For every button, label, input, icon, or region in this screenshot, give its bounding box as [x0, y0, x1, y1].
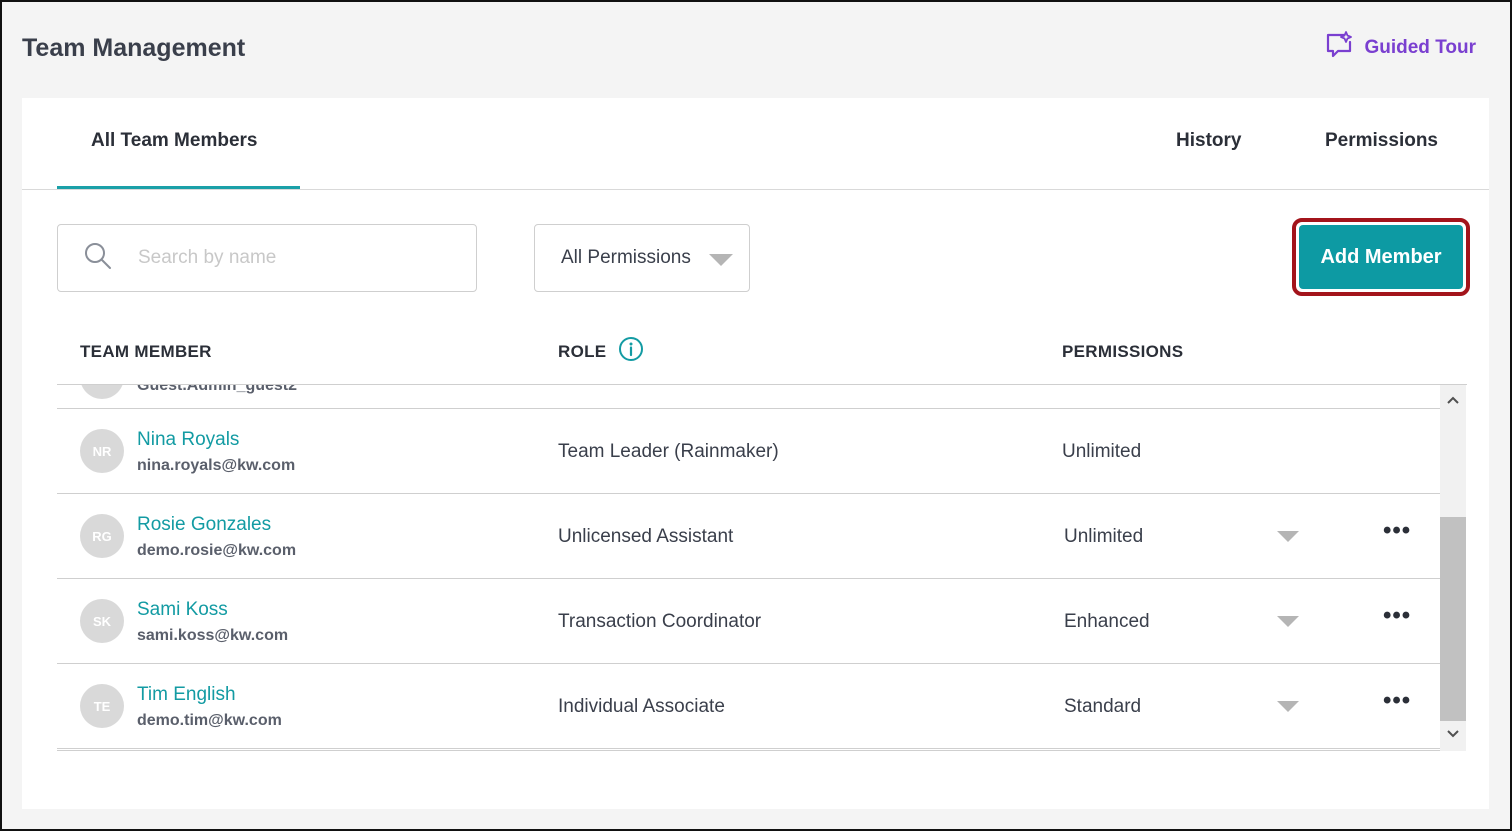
member-permission: Enhanced	[1064, 611, 1150, 632]
add-member-highlight: Add Member	[1292, 218, 1470, 296]
member-permission: Unlimited	[1064, 526, 1144, 547]
table-divider	[57, 750, 1440, 751]
permission-dropdown-toggle[interactable]	[1277, 701, 1299, 712]
more-actions-button[interactable]: •••	[1383, 519, 1411, 543]
search-input[interactable]	[138, 247, 438, 269]
scrollbar-thumb[interactable]	[1440, 517, 1466, 721]
permissions-filter-value: All Permissions	[561, 247, 691, 268]
permission-dropdown-toggle[interactable]	[1277, 616, 1299, 627]
member-role: Transaction Coordinator	[558, 611, 762, 632]
active-tab-indicator	[57, 186, 300, 189]
member-permission: Unlimited	[1062, 441, 1142, 462]
member-name-link[interactable]: Sami Koss	[137, 599, 228, 621]
permissions-filter-select[interactable]: All Permissions	[534, 224, 750, 292]
chevron-down-icon	[1277, 701, 1299, 712]
team-card: All Team Members History Permissions All…	[22, 98, 1489, 809]
team-member-list: Guest.Admin_guest2 NR Nina Royals nina.r…	[57, 385, 1440, 751]
table-row: RG Rosie Gonzales demo.rosie@kw.com Unli…	[57, 494, 1440, 579]
permission-dropdown-toggle[interactable]	[1277, 531, 1299, 542]
more-actions-button[interactable]: •••	[1383, 604, 1411, 628]
search-icon	[84, 242, 112, 275]
avatar	[80, 385, 124, 399]
add-member-button[interactable]: Add Member	[1299, 225, 1463, 289]
chevron-down-icon	[709, 254, 733, 266]
member-role: Unlicensed Assistant	[558, 526, 734, 547]
avatar: RG	[80, 514, 124, 558]
member-email: nina.royals@kw.com	[137, 457, 296, 474]
scroll-down-arrow-icon[interactable]	[1440, 723, 1466, 745]
column-header-team-member[interactable]: TEAM MEMBER	[80, 342, 212, 362]
guided-tour-label: Guided Tour	[1364, 37, 1476, 58]
guided-tour-icon	[1324, 30, 1354, 66]
app-frame: Team Management Guided Tour All Team Mem…	[0, 0, 1512, 831]
avatar: SK	[80, 599, 124, 643]
table-row: NR Nina Royals nina.royals@kw.com Team L…	[57, 409, 1440, 494]
page-title: Team Management	[22, 33, 246, 62]
more-actions-button[interactable]: •••	[1383, 689, 1411, 713]
member-username: Guest.Admin_guest2	[137, 385, 298, 394]
chevron-down-icon	[1277, 531, 1299, 542]
tab-bar: All Team Members History Permissions	[22, 98, 1489, 190]
table-row: Guest.Admin_guest2	[57, 385, 1440, 409]
member-name-link[interactable]: Rosie Gonzales	[137, 514, 271, 536]
member-email: sami.koss@kw.com	[137, 627, 289, 644]
list-scrollbar[interactable]	[1440, 385, 1466, 751]
guided-tour-button[interactable]: Guided Tour	[1324, 30, 1476, 66]
tab-all-team-members[interactable]: All Team Members	[91, 130, 257, 152]
tab-history[interactable]: History	[1176, 130, 1241, 152]
avatar: TE	[80, 684, 124, 728]
search-box[interactable]	[57, 224, 477, 292]
member-name-link[interactable]: Nina Royals	[137, 429, 239, 451]
column-header-label: ROLE	[558, 341, 607, 361]
member-name-link[interactable]: Tim English	[137, 684, 236, 706]
column-header-permissions[interactable]: PERMISSIONS	[1062, 342, 1183, 362]
avatar: NR	[80, 429, 124, 473]
column-header-label: TEAM MEMBER	[80, 342, 212, 361]
column-header-label: PERMISSIONS	[1062, 342, 1184, 361]
scroll-up-arrow-icon[interactable]	[1440, 389, 1466, 411]
member-role: Team Leader (Rainmaker)	[558, 441, 779, 462]
member-email: demo.rosie@kw.com	[137, 542, 297, 559]
table-row: SK Sami Koss sami.koss@kw.com Transactio…	[57, 579, 1440, 664]
info-icon[interactable]	[618, 336, 644, 367]
column-header-role[interactable]: ROLE	[558, 336, 644, 367]
member-permission: Standard	[1064, 696, 1142, 717]
chevron-down-icon	[1277, 616, 1299, 627]
tab-permissions[interactable]: Permissions	[1325, 130, 1438, 152]
member-email: demo.tim@kw.com	[137, 712, 282, 729]
table-row: TE Tim English demo.tim@kw.com Individua…	[57, 664, 1440, 749]
page-header: Team Management Guided Tour	[22, 30, 1476, 66]
member-role: Individual Associate	[558, 696, 725, 717]
